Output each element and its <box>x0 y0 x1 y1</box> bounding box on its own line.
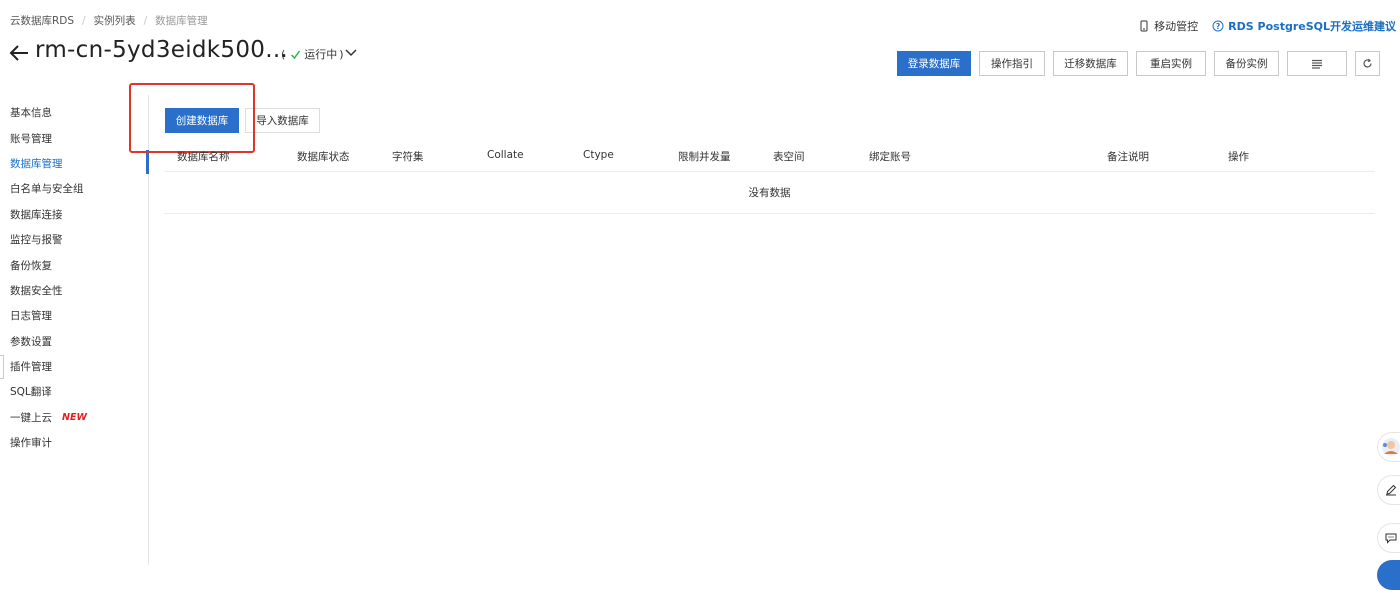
column-header: 表空间 <box>773 149 805 164</box>
assistant-avatar-button[interactable] <box>1377 432 1400 462</box>
table-header: 数据库名称 数据库状态 字符集 Collate Ctype 限制并发量 表空间 … <box>164 142 1375 172</box>
help-circle-icon: ? <box>1212 20 1224 32</box>
refresh-button[interactable] <box>1355 51 1380 76</box>
sidebar-item-label: 数据安全性 <box>10 283 63 298</box>
svg-text:?: ? <box>1216 22 1220 31</box>
sidebar-item-label: 日志管理 <box>10 308 52 323</box>
pg-advice-link[interactable]: ? RDS PostgreSQL开发运维建议 <box>1212 18 1396 34</box>
column-header: 备注说明 <box>1107 149 1149 164</box>
column-header: Collate <box>487 149 524 161</box>
sidebar-item-label: 参数设置 <box>10 334 52 349</box>
sidebar-collapse-handle[interactable] <box>0 355 4 379</box>
guide-button[interactable]: 操作指引 <box>979 51 1045 76</box>
refresh-icon <box>1362 58 1373 69</box>
chat-button[interactable] <box>1377 523 1400 553</box>
active-indicator <box>146 150 149 174</box>
chat-icon <box>1385 532 1397 544</box>
sidebar-item-logs[interactable]: 日志管理 <box>0 303 148 328</box>
back-arrow-icon[interactable] <box>8 42 30 64</box>
sidebar-item-label: 一键上云 <box>10 410 52 425</box>
sidebar-item-accounts[interactable]: 账号管理 <box>0 125 148 150</box>
column-header: 字符集 <box>392 149 424 164</box>
sidebar-item-label: 备份恢复 <box>10 258 52 273</box>
sidebar-item-backup[interactable]: 备份恢复 <box>0 252 148 277</box>
status-paren-open: ( <box>281 48 285 61</box>
mobile-control-link[interactable]: 移动管控 <box>1138 18 1198 34</box>
column-header: Ctype <box>583 149 614 161</box>
chevron-down-icon[interactable] <box>344 46 358 60</box>
sidebar-item-label: 白名单与安全组 <box>10 181 84 196</box>
restart-instance-button[interactable]: 重启实例 <box>1136 51 1206 76</box>
mobile-control-label: 移动管控 <box>1154 18 1198 34</box>
column-header: 操作 <box>1228 149 1249 164</box>
breadcrumb-current: 数据库管理 <box>155 13 208 28</box>
column-header: 数据库状态 <box>297 149 350 164</box>
menu-button[interactable] <box>1287 51 1347 76</box>
new-badge: NEW <box>62 412 87 423</box>
import-db-button[interactable]: 导入数据库 <box>245 108 320 133</box>
edit-feedback-button[interactable] <box>1377 475 1400 505</box>
sidebar-item-label: 数据库连接 <box>10 207 63 222</box>
sidebar-item-databases[interactable]: 数据库管理 <box>0 151 148 176</box>
check-icon <box>290 49 301 60</box>
instance-title: rm-cn-5yd3eidk500... <box>35 37 288 63</box>
sidebar-item-security[interactable]: 数据安全性 <box>0 278 148 303</box>
column-header: 限制并发量 <box>678 149 731 164</box>
pg-advice-label: RDS PostgreSQL开发运维建议 <box>1228 18 1396 34</box>
breadcrumb-instance-list[interactable]: 实例列表 <box>94 13 136 28</box>
breadcrumb-rds[interactable]: 云数据库RDS <box>10 13 74 28</box>
sidebar-item-whitelist[interactable]: 白名单与安全组 <box>0 176 148 201</box>
migrate-db-button[interactable]: 迁移数据库 <box>1053 51 1128 76</box>
breadcrumb: 云数据库RDS / 实例列表 / 数据库管理 <box>10 13 208 28</box>
status-paren-close: ) <box>339 48 343 61</box>
top-links: 移动管控 ? RDS PostgreSQL开发运维建议 <box>1138 18 1396 34</box>
instance-status: ( 运行中 ) <box>279 46 346 62</box>
phone-swap-icon <box>1138 20 1150 32</box>
empty-state-row: 没有数据 <box>164 172 1375 214</box>
sidebar: 基本信息 账号管理 数据库管理 白名单与安全组 数据库连接 监控与报警 备份恢复… <box>0 100 148 455</box>
sidebar-item-audit[interactable]: 操作审计 <box>0 430 148 455</box>
breadcrumb-separator: / <box>144 15 148 27</box>
pencil-icon <box>1385 484 1397 496</box>
empty-state-text: 没有数据 <box>749 185 791 200</box>
sidebar-item-label: 监控与报警 <box>10 232 63 247</box>
list-icon <box>1311 59 1323 69</box>
sidebar-item-connection[interactable]: 数据库连接 <box>0 202 148 227</box>
sidebar-item-label: 数据库管理 <box>10 156 63 171</box>
sidebar-item-label: 操作审计 <box>10 435 52 450</box>
action-bar: 登录数据库 操作指引 迁移数据库 重启实例 备份实例 <box>897 51 1380 76</box>
assistant-avatar-icon <box>1381 437 1400 457</box>
login-db-button[interactable]: 登录数据库 <box>897 51 971 76</box>
sidebar-item-plugins[interactable]: 插件管理 <box>0 354 148 379</box>
sidebar-item-one-click-cloud[interactable]: 一键上云 NEW <box>0 405 148 430</box>
sidebar-item-sql-translate[interactable]: SQL翻译 <box>0 379 148 404</box>
backup-instance-button[interactable]: 备份实例 <box>1214 51 1279 76</box>
sidebar-item-monitoring[interactable]: 监控与报警 <box>0 227 148 252</box>
breadcrumb-separator: / <box>82 15 86 27</box>
status-text: 运行中 <box>304 46 337 62</box>
content-toolbar: 创建数据库 导入数据库 <box>165 108 320 133</box>
sidebar-item-label: 插件管理 <box>10 359 52 374</box>
create-db-button[interactable]: 创建数据库 <box>165 108 239 133</box>
sidebar-item-label: 账号管理 <box>10 131 52 146</box>
column-header: 数据库名称 <box>177 149 230 164</box>
sidebar-item-label: SQL翻译 <box>10 384 52 399</box>
sidebar-item-label: 基本信息 <box>10 105 52 120</box>
sidebar-item-basic-info[interactable]: 基本信息 <box>0 100 148 125</box>
column-header: 绑定账号 <box>869 149 911 164</box>
sidebar-item-params[interactable]: 参数设置 <box>0 329 148 354</box>
